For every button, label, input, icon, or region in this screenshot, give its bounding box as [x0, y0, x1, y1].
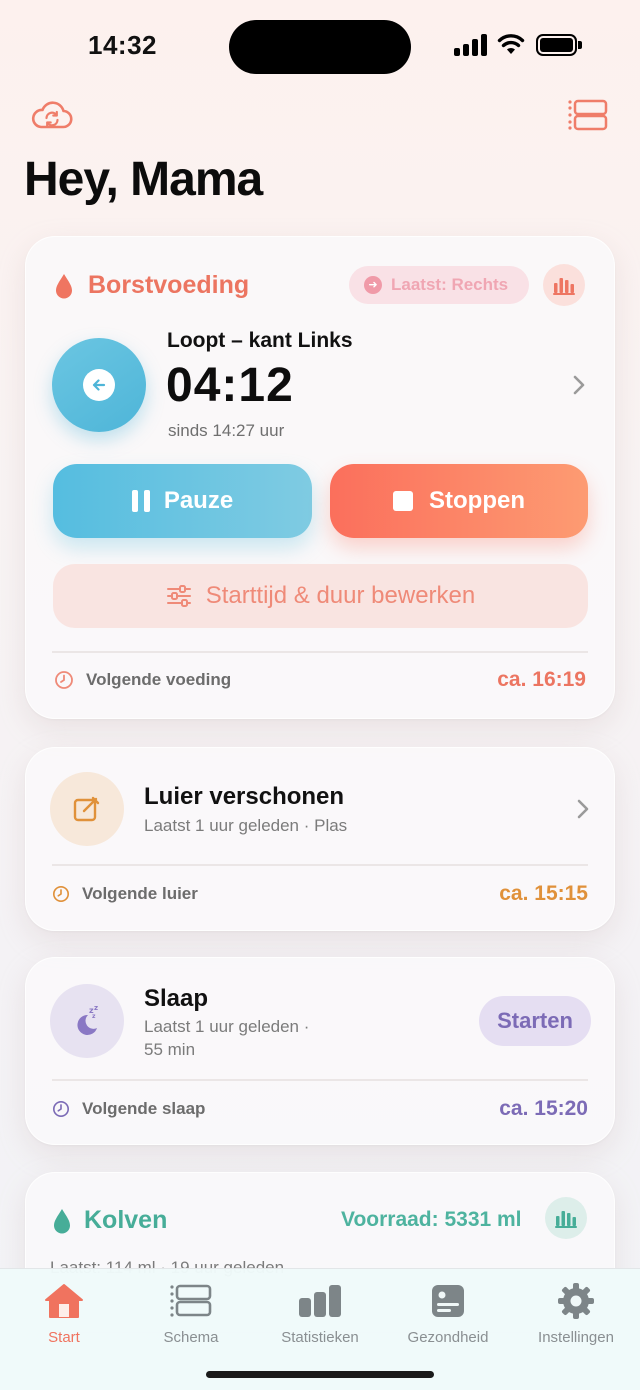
home-icon: [45, 1284, 83, 1318]
divider: [52, 864, 588, 866]
status-bar: 14:32: [0, 0, 640, 92]
chevron-right-icon[interactable]: [572, 374, 586, 396]
pumping-stats-button[interactable]: [545, 1197, 587, 1239]
diaper-last: Laatst 1 uur geleden · Plas: [144, 816, 348, 835]
current-side-indicator: [52, 338, 146, 432]
pumping-title: Kolven: [84, 1206, 168, 1234]
dynamic-island: [229, 20, 411, 74]
sleep-duration: 55 min: [144, 1040, 196, 1059]
feeding-start-time: sinds 14:27 uur: [168, 421, 285, 440]
divider: [52, 651, 588, 653]
schedule-icon: [170, 1284, 212, 1317]
tab-label: Statistieken: [281, 1329, 359, 1346]
arrow-right-icon: ➜: [364, 276, 382, 294]
feeding-timer: 04:12: [166, 359, 294, 412]
breastfeeding-card: Borstvoeding ➜ Laatst: Rechts Loopt – ka…: [25, 236, 615, 719]
sleep-icon-circle: z z z: [50, 984, 124, 1058]
next-diaper-row: Volgende luier ca. 15:15: [52, 882, 588, 906]
wifi-icon: [497, 34, 525, 54]
cellular-signal-icon: [454, 34, 488, 56]
tab-gezondheid[interactable]: Gezondheid: [384, 1281, 512, 1346]
status-time: 14:32: [88, 30, 157, 60]
sleep-title: Slaap: [144, 985, 209, 1012]
sliders-icon: [166, 585, 191, 607]
last-side-label: Laatst: Rechts: [391, 275, 509, 294]
stop-icon: [393, 491, 413, 511]
diaper-title: Luier verschonen: [144, 783, 345, 810]
next-feeding-label: Volgende voeding: [86, 670, 232, 689]
tab-schema[interactable]: Schema: [127, 1281, 255, 1346]
next-diaper-label: Volgende luier: [82, 884, 198, 903]
pause-label: Pauze: [163, 487, 234, 514]
tab-statistieken[interactable]: Statistieken: [256, 1281, 384, 1346]
home-indicator: [206, 1371, 434, 1378]
cloud-sync-icon[interactable]: [30, 96, 74, 136]
clock-icon: [52, 1100, 70, 1118]
stats-icon: [299, 1285, 341, 1317]
running-side-label: Loopt – kant Links: [167, 329, 353, 352]
tab-label: Gezondheid: [407, 1329, 489, 1346]
tab-label: Schema: [163, 1329, 219, 1346]
stop-button[interactable]: Stoppen: [330, 464, 588, 538]
edit-label: Starttijd & duur bewerken: [205, 582, 476, 609]
drop-icon: [56, 274, 72, 299]
clock-icon: [55, 671, 73, 689]
gear-icon: [558, 1283, 594, 1319]
edit-square-icon: [73, 796, 100, 822]
next-sleep-row: Volgende slaap ca. 15:20: [52, 1097, 588, 1121]
svg-text:z: z: [92, 1013, 96, 1020]
bar-chart-icon: [555, 1211, 577, 1228]
pause-icon: [131, 490, 150, 512]
start-sleep-button[interactable]: Starten: [479, 996, 591, 1046]
drop-icon: [54, 1209, 70, 1234]
battery-icon: [536, 34, 582, 56]
clock-icon: [52, 885, 70, 903]
pumping-stock: Voorraad: 5331 ml: [341, 1208, 522, 1231]
sleep-last: Laatst 1 uur geleden ·: [144, 1017, 310, 1036]
tab-start[interactable]: Start: [0, 1281, 128, 1346]
divider: [52, 1079, 588, 1081]
schedule-list-icon[interactable]: [566, 96, 610, 136]
next-feeding-time: ca. 16:19: [497, 668, 586, 691]
pause-button[interactable]: Pauze: [53, 464, 312, 538]
sleep-card[interactable]: z z z Slaap Laatst 1 uur geleden · 55 mi…: [25, 957, 615, 1145]
diaper-icon-circle: [50, 772, 124, 846]
bar-chart-icon: [553, 278, 575, 295]
moon-zzz-icon: z z z: [77, 1004, 98, 1035]
edit-start-duration-button[interactable]: Starttijd & duur bewerken: [53, 564, 588, 628]
greeting-title: Hey, Mama: [24, 153, 263, 206]
last-side-badge: ➜ Laatst: Rechts: [349, 266, 529, 304]
next-feeding-row: Volgende voeding ca. 16:19: [54, 668, 586, 692]
next-sleep-time: ca. 15:20: [499, 1097, 588, 1120]
tab-label: Instellingen: [538, 1329, 614, 1346]
health-icon: [432, 1285, 464, 1317]
chevron-right-icon[interactable]: [576, 798, 590, 820]
diaper-card[interactable]: Luier verschonen Laatst 1 uur geleden · …: [25, 747, 615, 931]
arrow-left-icon: [92, 379, 106, 391]
next-sleep-label: Volgende slaap: [82, 1099, 206, 1118]
tab-instellingen[interactable]: Instellingen: [512, 1281, 640, 1346]
next-diaper-time: ca. 15:15: [499, 882, 588, 905]
svg-text:z: z: [94, 1004, 98, 1012]
stop-label: Stoppen: [429, 487, 525, 514]
feeding-title: Borstvoeding: [88, 271, 250, 299]
tab-label: Start: [48, 1329, 80, 1346]
feeding-stats-button[interactable]: [543, 264, 585, 306]
